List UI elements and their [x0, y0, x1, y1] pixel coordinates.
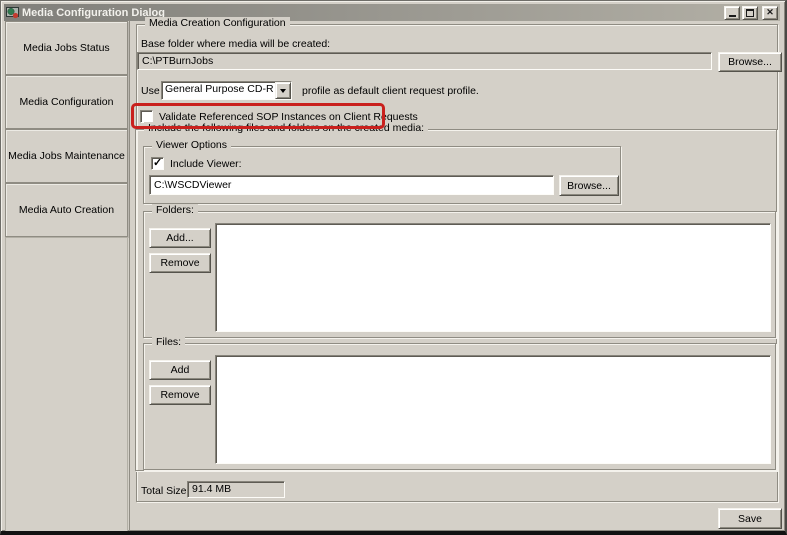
sidebar-item-label: Media Auto Creation [19, 204, 114, 216]
chevron-down-icon [280, 89, 286, 96]
close-icon: ✕ [766, 8, 774, 17]
sidebar-item-media-auto-creation[interactable]: Media Auto Creation [5, 183, 128, 237]
app-icon [6, 6, 19, 19]
files-group-title: Files: [152, 336, 185, 348]
total-size-value: 91.4 MB [187, 481, 285, 498]
maximize-button[interactable] [742, 6, 758, 20]
profile-select[interactable]: General Purpose CD-R [161, 81, 292, 100]
sidebar-item-media-configuration[interactable]: Media Configuration [5, 75, 128, 129]
save-button[interactable]: Save [718, 508, 782, 529]
main-panel-divider [129, 20, 130, 532]
sidebar-empty-panel [5, 237, 128, 532]
sidebar-item-media-jobs-maintenance[interactable]: Media Jobs Maintenance [5, 129, 128, 183]
files-list[interactable] [215, 355, 771, 464]
sidebar-item-label: Media Jobs Maintenance [8, 150, 125, 162]
sidebar-item-label: Media Jobs Status [23, 42, 109, 54]
folders-group-title: Folders: [152, 204, 198, 216]
sidebar-item-label: Media Configuration [20, 96, 114, 108]
close-button[interactable]: ✕ [762, 6, 778, 20]
profile-suffix-label: profile as default client request profil… [302, 85, 479, 97]
title-bar[interactable]: Media Configuration Dialog ✕ [4, 4, 780, 21]
include-group-title: Include the following files and folders … [144, 122, 428, 134]
folders-add-button[interactable]: Add... [149, 228, 211, 248]
profile-selected-value: General Purpose CD-R [162, 82, 275, 99]
base-folder-label: Base folder where media will be created: [141, 38, 330, 50]
total-size-label: Total Size: [141, 485, 189, 497]
media-configuration-dialog: Media Configuration Dialog ✕ Media Jobs … [0, 0, 787, 535]
profile-prefix-label: Use [141, 85, 160, 97]
folders-list[interactable] [215, 223, 771, 332]
folders-remove-button[interactable]: Remove [149, 253, 211, 273]
maximize-icon [746, 9, 754, 17]
group-title: Media Creation Configuration [145, 17, 290, 29]
sidebar-item-media-jobs-status[interactable]: Media Jobs Status [5, 21, 128, 75]
base-folder-input[interactable] [137, 52, 712, 70]
files-remove-button[interactable]: Remove [149, 385, 211, 405]
include-viewer-label: Include Viewer: [170, 158, 242, 170]
window-title: Media Configuration Dialog [22, 7, 722, 19]
minimize-icon [729, 15, 736, 17]
files-add-button[interactable]: Add [149, 360, 211, 380]
profile-dropdown-button[interactable] [275, 82, 291, 99]
include-viewer-checkbox[interactable] [151, 157, 164, 170]
viewer-path-input[interactable] [149, 175, 554, 195]
viewer-options-title: Viewer Options [152, 139, 231, 151]
base-folder-browse-button[interactable]: Browse... [718, 52, 782, 72]
minimize-button[interactable] [724, 6, 740, 20]
viewer-browse-button[interactable]: Browse... [559, 175, 619, 196]
